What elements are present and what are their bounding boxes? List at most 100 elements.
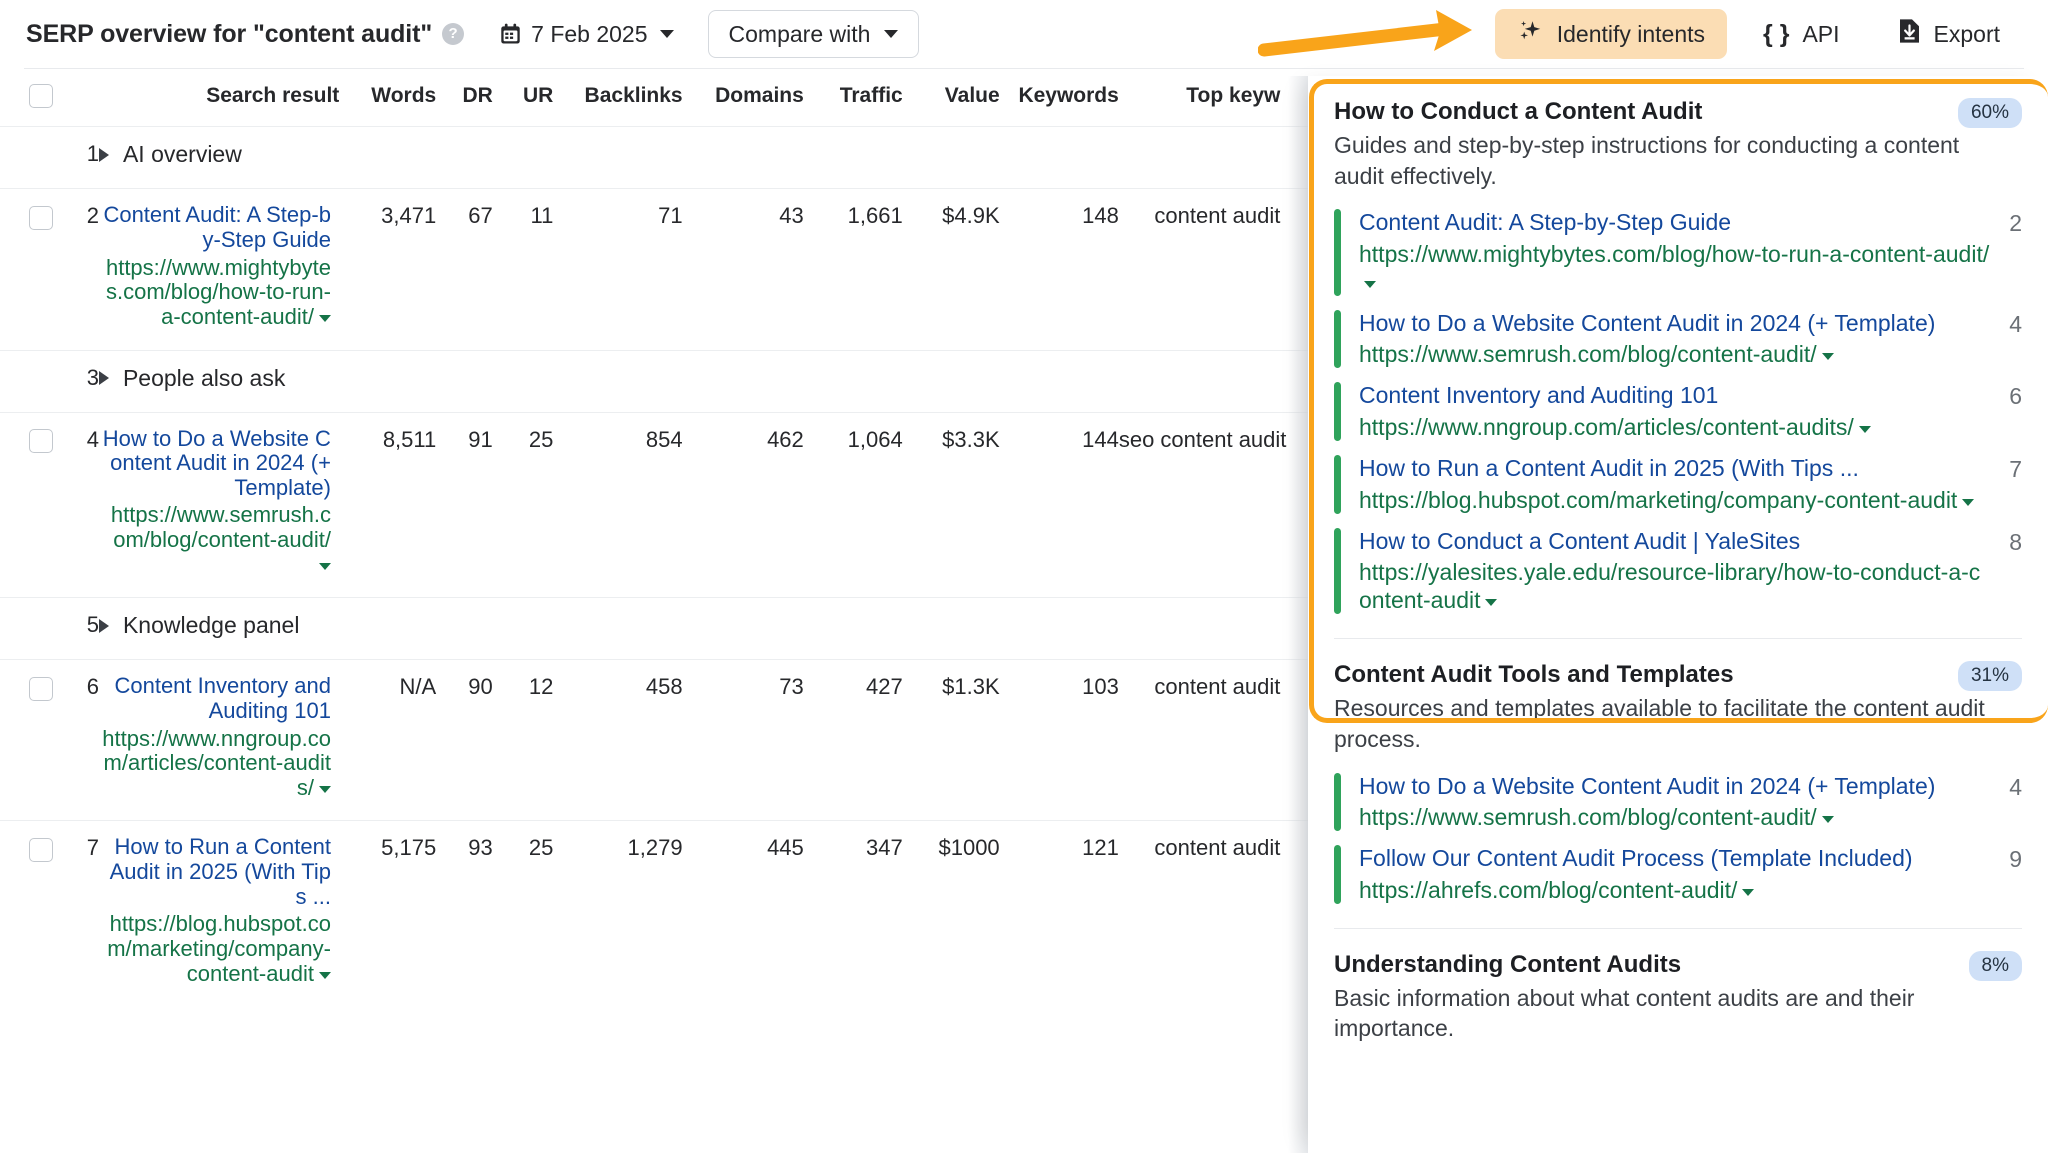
intent-item-url[interactable]: https://www.semrush.com/blog/content-aud… (1359, 340, 1991, 368)
column-header-traffic[interactable]: Traffic (804, 68, 903, 127)
list-item[interactable]: Content Audit: A Step-by-Step Guide http… (1334, 205, 2022, 306)
cell-domains[interactable]: 73 (683, 660, 804, 821)
column-header-dr[interactable]: DR (436, 68, 493, 127)
intent-item-title[interactable]: Content Inventory and Auditing 101 (1359, 382, 1991, 410)
cell-words: 5,175 (339, 821, 436, 1006)
row-position: 3 (53, 350, 99, 412)
intent-item-url[interactable]: https://www.nngroup.com/articles/content… (1359, 413, 1991, 441)
cell-domains[interactable]: 462 (683, 412, 804, 598)
intent-color-bar (1334, 455, 1341, 514)
chevron-down-icon[interactable] (1742, 889, 1754, 896)
row-position: 5 (53, 598, 99, 660)
list-item[interactable]: How to Run a Content Audit in 2025 (With… (1334, 451, 2022, 524)
list-item[interactable]: Follow Our Content Audit Process (Templa… (1334, 841, 2022, 914)
expand-triangle-icon[interactable] (99, 619, 109, 633)
column-header-domains[interactable]: Domains (683, 68, 804, 127)
cell-dr: 91 (436, 412, 493, 598)
result-title-link[interactable]: Content Audit: A Step-by-Step Guide (99, 203, 331, 252)
cell-backlinks[interactable]: 1,279 (553, 821, 682, 1006)
list-item[interactable]: Content Inventory and Auditing 101 https… (1334, 378, 2022, 451)
result-title-link[interactable]: How to Do a Website Content Audit in 202… (99, 427, 331, 501)
chevron-down-icon[interactable] (1859, 426, 1871, 433)
intent-percent-badge: 31% (1958, 661, 2022, 691)
list-item[interactable]: How to Do a Website Content Audit in 202… (1334, 769, 2022, 842)
cell-keywords[interactable]: 144 (1000, 412, 1119, 598)
expand-triangle-icon[interactable] (99, 148, 109, 162)
date-picker[interactable]: 7 Feb 2025 (500, 21, 673, 48)
cell-traffic: 1,661 (804, 189, 903, 350)
help-icon[interactable]: ? (442, 23, 464, 45)
intent-percent-badge: 60% (1958, 98, 2022, 128)
cell-top-keyword[interactable]: content audit (1119, 660, 1281, 821)
intent-item-position: 9 (2009, 845, 2022, 873)
row-position: 6 (53, 660, 99, 821)
result-url[interactable]: https://www.nngroup.com/articles/content… (99, 727, 331, 801)
cell-dr: 93 (436, 821, 493, 1006)
compare-with-button[interactable]: Compare with (708, 10, 920, 58)
intent-item-url[interactable]: https://ahrefs.com/blog/content-audit/ (1359, 876, 1991, 904)
chevron-down-icon[interactable] (1822, 353, 1834, 360)
intent-item-url[interactable]: https://yalesites.yale.edu/resource-libr… (1359, 558, 1991, 614)
identify-intents-button[interactable]: Identify intents (1495, 9, 1727, 59)
intent-item-title[interactable]: Content Audit: A Step-by-Step Guide (1359, 209, 1991, 237)
cell-words: 3,471 (339, 189, 436, 350)
chevron-down-icon[interactable] (1485, 599, 1497, 606)
cell-backlinks[interactable]: 854 (553, 412, 682, 598)
row-checkbox-cell (0, 350, 53, 412)
cell-keywords[interactable]: 121 (1000, 821, 1119, 1006)
expand-triangle-icon[interactable] (99, 371, 109, 385)
chevron-down-icon[interactable] (1962, 499, 1974, 506)
chevron-down-icon[interactable] (319, 315, 331, 322)
intent-color-bar (1334, 845, 1341, 904)
cell-ur: 25 (493, 821, 554, 1006)
intent-item-title[interactable]: How to Do a Website Content Audit in 202… (1359, 773, 1991, 801)
chevron-down-icon[interactable] (319, 786, 331, 793)
cell-domains[interactable]: 445 (683, 821, 804, 1006)
column-header-ur[interactable]: UR (493, 68, 554, 127)
cell-top-keyword[interactable]: content audit (1119, 821, 1281, 1006)
export-button[interactable]: Export (1876, 9, 2022, 59)
row-checkbox[interactable] (29, 677, 53, 701)
row-checkbox[interactable] (29, 206, 53, 230)
result-url[interactable]: https://blog.hubspot.com/marketing/compa… (99, 912, 331, 986)
result-title-link[interactable]: Content Inventory and Auditing 101 (99, 674, 331, 723)
row-checkbox[interactable] (29, 838, 53, 862)
chevron-down-icon[interactable] (319, 972, 331, 979)
api-button[interactable]: { } API (1741, 9, 1861, 59)
list-item[interactable]: How to Do a Website Content Audit in 202… (1334, 306, 2022, 379)
intent-item-title[interactable]: How to Conduct a Content Audit | YaleSit… (1359, 528, 1991, 556)
column-header-top-keyword[interactable]: Top keyw (1119, 68, 1281, 127)
curly-braces-icon: { } (1763, 20, 1789, 49)
chevron-down-icon[interactable] (319, 563, 331, 570)
chevron-down-icon[interactable] (1364, 281, 1376, 288)
select-all-checkbox[interactable] (29, 84, 53, 108)
cell-backlinks[interactable]: 71 (553, 189, 682, 350)
cell-keywords[interactable]: 148 (1000, 189, 1119, 350)
intent-item-title[interactable]: Follow Our Content Audit Process (Templa… (1359, 845, 1991, 873)
cell-keywords[interactable]: 103 (1000, 660, 1119, 821)
intent-item-title[interactable]: How to Run a Content Audit in 2025 (With… (1359, 455, 1991, 483)
chevron-down-icon (660, 30, 674, 38)
chevron-down-icon[interactable] (1822, 816, 1834, 823)
cell-domains[interactable]: 43 (683, 189, 804, 350)
intent-item-title[interactable]: How to Do a Website Content Audit in 202… (1359, 310, 1991, 338)
intent-item-url[interactable]: https://blog.hubspot.com/marketing/compa… (1359, 486, 1991, 514)
column-header-words[interactable]: Words (339, 68, 436, 127)
result-url[interactable]: https://www.mightybytes.com/blog/how-to-… (99, 256, 331, 330)
list-item[interactable]: How to Conduct a Content Audit | YaleSit… (1334, 524, 2022, 625)
identify-intents-label: Identify intents (1557, 21, 1705, 48)
intent-item-url[interactable]: https://www.mightybytes.com/blog/how-to-… (1359, 240, 1991, 296)
column-header-value[interactable]: Value (903, 68, 1000, 127)
intent-item-url[interactable]: https://www.semrush.com/blog/content-aud… (1359, 803, 1991, 831)
intent-description: Resources and templates available to fac… (1334, 693, 1994, 754)
cell-backlinks[interactable]: 458 (553, 660, 682, 821)
cell-top-keyword[interactable]: content audit (1119, 189, 1281, 350)
result-url[interactable]: https://www.semrush.com/blog/content-aud… (99, 503, 331, 577)
search-result-cell: Content Inventory and Auditing 101 https… (99, 660, 339, 821)
row-checkbox[interactable] (29, 429, 53, 453)
column-header-keywords[interactable]: Keywords (1000, 68, 1119, 127)
result-title-link[interactable]: How to Run a Content Audit in 2025 (With… (99, 835, 331, 909)
column-header-search-result[interactable]: Search result (99, 68, 339, 127)
cell-top-keyword[interactable]: seo content audit (1119, 412, 1281, 598)
column-header-backlinks[interactable]: Backlinks (553, 68, 682, 127)
